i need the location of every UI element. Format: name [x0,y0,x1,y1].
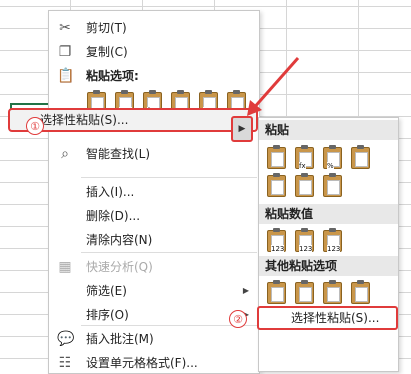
menu-item-filter[interactable]: 筛选(E) ▶ [49,280,259,302]
menu-item-format-cells[interactable]: ☷ 设置单元格格式(F)... [49,352,259,374]
sub-paste-icon[interactable] [265,145,287,169]
copy-icon: ❐ [58,44,72,60]
format-cells-icon: ☷ [58,355,72,371]
menu-separator [81,252,257,253]
menu-item-quick-analysis[interactable]: ▦ 快速分析(Q) [49,256,259,278]
submenu-paste-special-item[interactable]: 选择性粘贴(S)... [257,306,398,330]
step-1-badge: ① [26,117,44,135]
paste-special-submenu: 粘贴 fx % 粘贴数值 123 123 123 其他粘贴选项 [258,117,399,372]
submenu-other-header: 其他粘贴选项 [259,256,398,276]
menu-item-cut[interactable]: ✂ 剪切(T) [49,17,259,39]
sub-paste-formulas-icon[interactable]: fx [293,145,315,170]
comment-icon: 💬 [57,331,75,347]
menu-paste-options-header: 📋 粘贴选项: [57,68,139,84]
submenu-arrow-button[interactable]: ▶ [231,116,253,142]
sub-paste-formulas-number-icon[interactable]: % [321,145,343,170]
step-2-badge: ② [229,310,247,328]
sub-paste-link-icon[interactable] [293,280,315,304]
sub-values-icon[interactable]: 123 [265,228,287,253]
sub-paste-keep-source-icon[interactable] [349,145,371,169]
sub-paste-no-borders-icon[interactable] [265,173,287,197]
search-icon: ⌕ [61,146,69,162]
quick-analysis-icon: ▦ [58,259,72,275]
menu-item-copy[interactable]: ❐ 复制(C) [49,41,259,63]
sub-paste-transpose-icon[interactable] [321,173,343,197]
menu-item-insert-comment[interactable]: 💬 插入批注(M) [49,328,259,350]
sub-picture-icon[interactable] [321,280,343,304]
menu-item-paste-special[interactable]: 选择性粘贴(S)... [8,108,258,132]
submenu-paste-header: 粘贴 [259,120,398,140]
menu-item-sort[interactable]: 排序(O) ▶ [49,304,259,326]
chevron-right-icon: ▶ [242,286,249,295]
menu-separator [81,177,257,178]
sub-paste-column-widths-icon[interactable] [293,173,315,197]
sub-formatting-icon[interactable] [265,280,287,304]
clipboard-icon: 📋 [57,68,75,84]
scissors-icon: ✂ [59,20,71,36]
sub-linked-picture-icon[interactable] [349,280,371,304]
sub-values-number-format-icon[interactable]: 123 [293,228,315,253]
menu-item-insert[interactable]: 插入(I)... [49,181,259,203]
menu-item-clear-contents[interactable]: 清除内容(N) [49,229,259,251]
menu-item-delete[interactable]: 删除(D)... [49,205,259,227]
submenu-values-header: 粘贴数值 [259,204,398,224]
menu-item-smart-lookup[interactable]: ⌕ 智能查找(L) [49,143,259,165]
sub-values-source-format-icon[interactable]: 123 [321,228,343,253]
